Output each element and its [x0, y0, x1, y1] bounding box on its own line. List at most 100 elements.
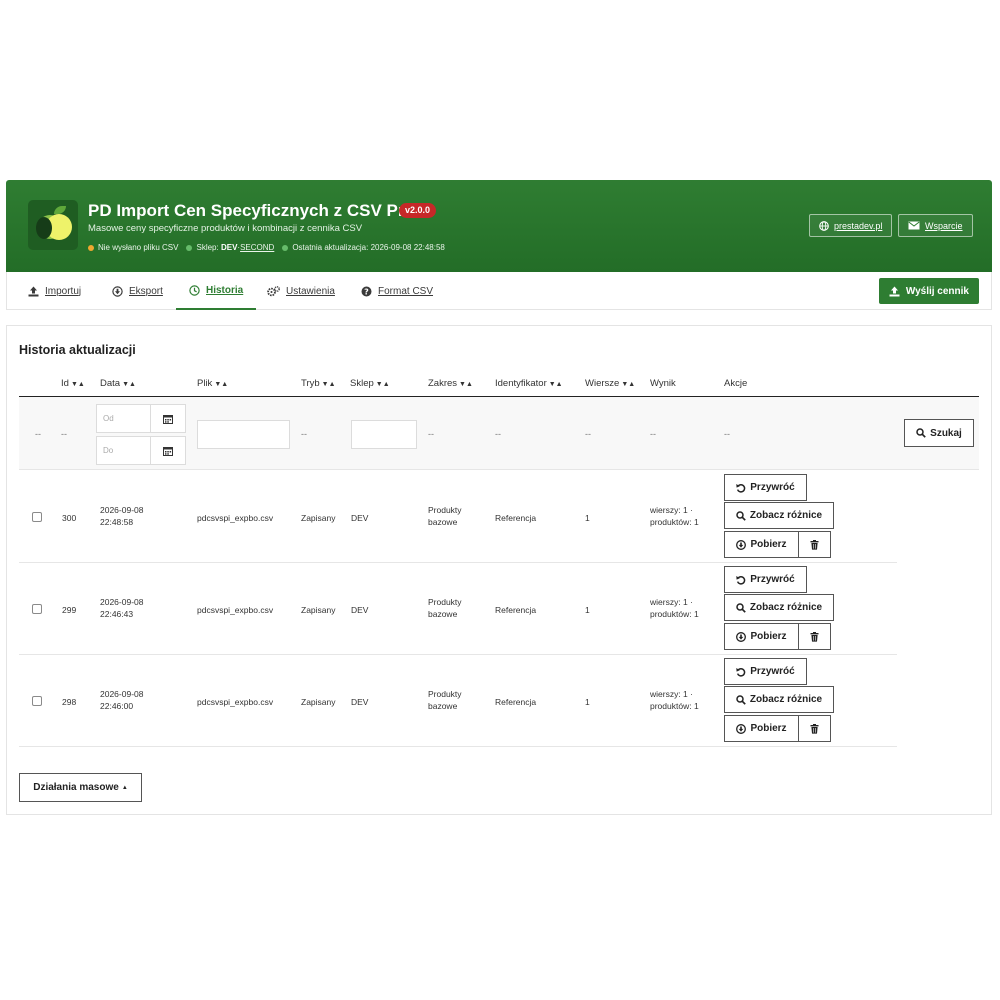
column-header-file[interactable]: Plik ▼▲ — [197, 378, 228, 389]
row-mode: Zapisany — [301, 513, 336, 523]
download-circle-icon — [736, 723, 747, 734]
sort-icon[interactable]: ▼▲ — [214, 381, 228, 388]
sort-icon[interactable]: ▼▲ — [549, 381, 563, 388]
column-header-id[interactable]: Id ▼▲ — [61, 378, 85, 389]
filter-empty: -- — [724, 429, 730, 439]
date-to-input[interactable]: Do — [96, 436, 151, 465]
row-checkbox[interactable] — [32, 604, 42, 614]
filter-empty: -- — [61, 429, 67, 439]
row-result: wierszy: 1 · produktów: 1 — [650, 689, 699, 711]
row-checkbox[interactable] — [32, 696, 42, 706]
search-button[interactable]: Szukaj — [904, 419, 974, 447]
row-scope: Produkty bazowe — [428, 689, 462, 711]
last-update-status: Ostatnia aktualizacja: 2026-09-08 22:48:… — [282, 243, 445, 252]
undo-icon — [736, 667, 746, 677]
download-circle-icon — [112, 285, 123, 297]
search-icon — [916, 428, 926, 438]
sort-icon[interactable]: ▼▲ — [376, 381, 390, 388]
row-identifier: Referencja — [495, 605, 537, 615]
row-rows: 1 — [585, 605, 590, 615]
shop-second-link[interactable]: SECOND — [240, 243, 274, 252]
table-row: 299 2026-09-08 22:46:43 pdcsvspi_expbo.cs… — [19, 563, 897, 655]
tab-eksport[interactable]: Eksport — [99, 272, 176, 310]
row-date: 2026-09-08 22:48:58 — [100, 505, 144, 527]
delete-button[interactable] — [798, 531, 831, 558]
row-checkbox[interactable] — [32, 512, 42, 522]
tab-format-csv[interactable]: ? Format CSV — [348, 272, 446, 310]
undo-icon — [736, 483, 746, 493]
row-shop: DEV — [351, 697, 369, 707]
row-rows: 1 — [585, 697, 590, 707]
upload-icon — [28, 286, 39, 296]
row-result: wierszy: 1 · produktów: 1 — [650, 597, 699, 619]
trash-icon — [810, 631, 819, 642]
question-circle-icon: ? — [361, 286, 372, 296]
support-link-button[interactable]: Wsparcie — [898, 214, 973, 237]
row-file: pdcsvspi_expbo.csv — [197, 697, 274, 707]
app-logo — [28, 200, 78, 250]
download-button[interactable]: Pobierz — [724, 531, 799, 558]
restore-button[interactable]: Przywróć — [724, 474, 807, 501]
file-filter-input[interactable] — [197, 420, 290, 449]
trash-icon — [810, 539, 819, 550]
row-identifier: Referencja — [495, 513, 537, 523]
row-mode: Zapisany — [301, 697, 336, 707]
download-circle-icon — [736, 539, 747, 550]
status-line: Nie wysłano pliku CSV Sklep: DEV · SECON… — [88, 243, 453, 252]
shop-value: DEV — [220, 243, 238, 252]
tab-importuj[interactable]: Importuj — [15, 272, 94, 310]
bulk-actions-button[interactable]: Działania masowe ▲ — [19, 773, 142, 802]
restore-button[interactable]: Przywróć — [724, 658, 807, 685]
view-diff-button[interactable]: Zobacz różnice — [724, 594, 834, 621]
version-badge: v2.0.0 — [399, 203, 437, 218]
row-id: 298 — [62, 697, 77, 707]
filter-empty: -- — [585, 429, 591, 439]
column-header-rows[interactable]: Wiersze ▼▲ — [585, 378, 635, 389]
column-header-scope[interactable]: Zakres ▼▲ — [428, 378, 473, 389]
sort-icon[interactable]: ▼▲ — [322, 381, 336, 388]
clock-icon — [189, 284, 200, 296]
row-file: pdcsvspi_expbo.csv — [197, 513, 274, 523]
shop-filter-input[interactable] — [351, 420, 417, 449]
view-diff-button[interactable]: Zobacz różnice — [724, 502, 834, 529]
filter-empty: -- — [495, 429, 501, 439]
filter-empty: -- — [650, 429, 656, 439]
tab-ustawienia[interactable]: Ustawienia — [254, 272, 348, 310]
tab-historia[interactable]: Historia — [176, 272, 257, 310]
column-header-date[interactable]: Data ▼▲ — [100, 378, 136, 389]
filter-row: -- -- Od Do -- -- -- -- -- -- — [19, 397, 979, 470]
sort-icon[interactable]: ▼▲ — [621, 381, 635, 388]
delete-button[interactable] — [798, 715, 831, 742]
undo-icon — [736, 575, 746, 585]
module-header: PD Import Cen Specyficznych z CSV Pro v2… — [6, 180, 992, 272]
calendar-icon[interactable] — [150, 404, 186, 433]
sort-icon[interactable]: ▼▲ — [122, 381, 136, 388]
sort-icon[interactable]: ▼▲ — [71, 381, 85, 388]
caret-up-icon: ▲ — [121, 784, 128, 791]
table-row: 300 2026-09-08 22:48:58 pdcsvspi_expbo.cs… — [19, 471, 897, 563]
panel-title: Historia aktualizacji — [19, 343, 136, 357]
gears-icon — [267, 285, 280, 296]
filter-empty: -- — [35, 429, 41, 439]
search-icon — [736, 510, 746, 521]
column-header-actions: Akcje — [724, 378, 748, 389]
globe-icon — [819, 220, 829, 231]
column-header-mode[interactable]: Tryb ▼▲ — [301, 378, 336, 389]
prestadev-link-button[interactable]: prestadev.pl — [809, 214, 893, 237]
row-result: wierszy: 1 · produktów: 1 — [650, 505, 699, 527]
delete-button[interactable] — [798, 623, 831, 650]
row-scope: Produkty bazowe — [428, 597, 462, 619]
row-shop: DEV — [351, 605, 369, 615]
date-from-input[interactable]: Od — [96, 404, 151, 433]
view-diff-button[interactable]: Zobacz różnice — [724, 686, 834, 713]
download-button[interactable]: Pobierz — [724, 623, 799, 650]
send-pricelist-button[interactable]: Wyślij cennik — [878, 278, 979, 304]
column-header-shop[interactable]: Sklep ▼▲ — [350, 378, 390, 389]
calendar-icon[interactable] — [150, 436, 186, 465]
history-panel: Historia aktualizacji Id ▼▲ Data ▼▲ Plik ▼▲… — [6, 325, 992, 815]
restore-button[interactable]: Przywróć — [724, 566, 807, 593]
column-header-result: Wynik — [650, 378, 676, 389]
sort-icon[interactable]: ▼▲ — [459, 381, 473, 388]
download-button[interactable]: Pobierz — [724, 715, 799, 742]
column-header-identifier[interactable]: Identyfikator ▼▲ — [495, 378, 563, 389]
